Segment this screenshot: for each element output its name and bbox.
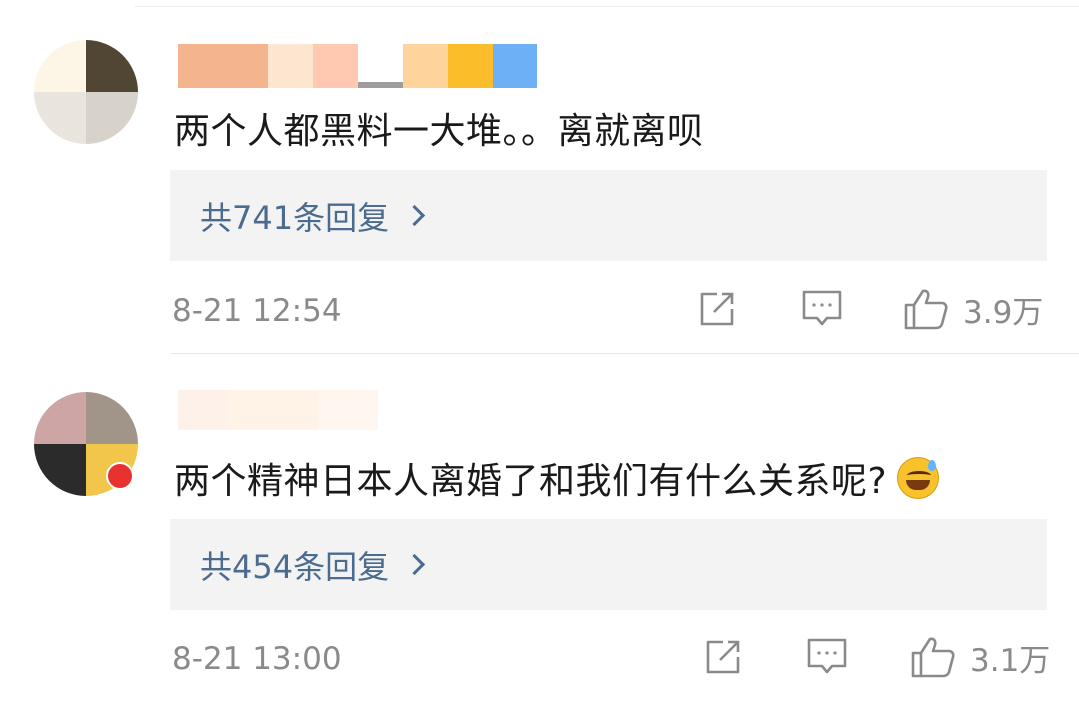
username-blurred[interactable]	[178, 386, 378, 430]
view-replies-button[interactable]: 共741条回复	[170, 170, 1047, 261]
chevron-right-icon	[403, 553, 426, 576]
comment-divider	[170, 353, 1079, 354]
reply-comment-button[interactable]	[801, 287, 843, 331]
reply-comment-button[interactable]	[806, 635, 848, 679]
grinning-sweat-emoji-icon	[897, 457, 940, 499]
comment-icon	[807, 638, 847, 674]
like-count: 3.1万	[970, 642, 1051, 679]
like-button[interactable]: 3.1万	[910, 635, 1050, 679]
comment-meta-row: 8-21 12:54 3.9万	[0, 287, 1079, 337]
timestamp: 8-21 12:54	[172, 293, 342, 329]
share-button[interactable]	[697, 287, 737, 331]
thumbs-up-icon	[904, 289, 948, 330]
timestamp: 8-21 13:00	[172, 641, 342, 677]
chevron-right-icon	[403, 204, 426, 227]
view-replies-button[interactable]: 共454条回复	[170, 519, 1047, 610]
avatar[interactable]	[34, 40, 138, 144]
comment-icon	[802, 290, 842, 326]
comment-text: 两个人都黑料一大堆。。离就离呗	[174, 111, 704, 152]
thumbs-up-icon	[911, 637, 955, 678]
like-count: 3.9万	[963, 294, 1044, 331]
top-divider	[135, 6, 1079, 7]
share-button[interactable]	[703, 635, 743, 679]
username-blurred[interactable]	[178, 44, 537, 88]
verified-badge-icon	[106, 462, 134, 490]
comment-text-content: 两个精神日本人离婚了和我们有什么关系呢?	[174, 461, 888, 502]
replies-count-label: 共741条回复	[200, 198, 390, 237]
like-button[interactable]: 3.9万	[903, 287, 1043, 331]
replies-count-label: 共454条回复	[200, 547, 390, 586]
share-icon	[700, 292, 734, 326]
comment-meta-row: 8-21 13:00 3.1万	[0, 635, 1079, 685]
share-icon	[706, 640, 740, 674]
comment-text: 两个精神日本人离婚了和我们有什么关系呢?	[174, 452, 940, 504]
